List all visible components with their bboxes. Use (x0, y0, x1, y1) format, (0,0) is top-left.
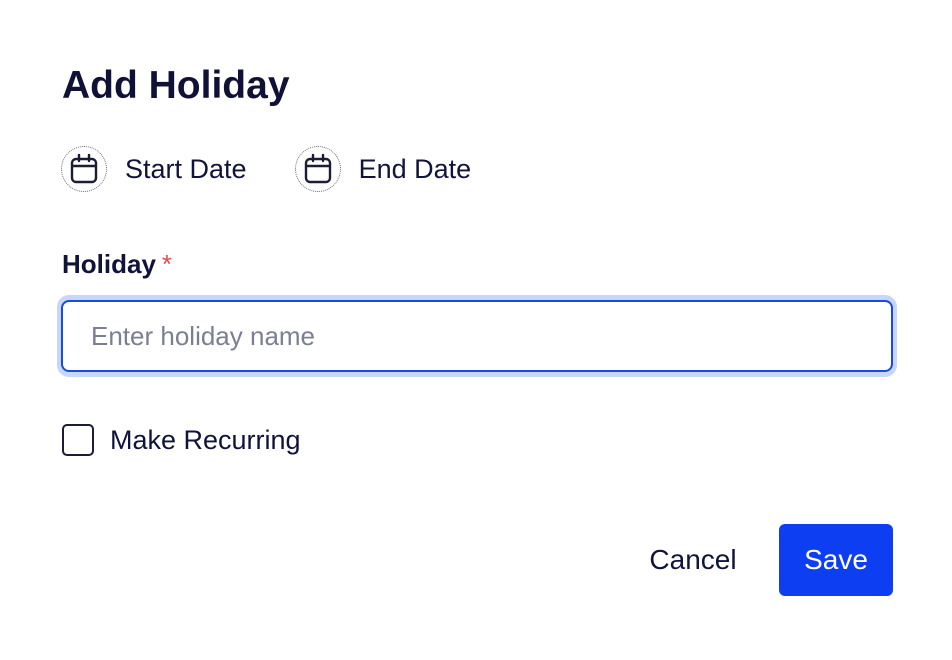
end-date-label: End Date (358, 154, 472, 184)
make-recurring-label: Make Recurring (110, 425, 301, 455)
holiday-field-label: Holiday * (62, 248, 172, 280)
add-holiday-dialog: Add Holiday Start Date End Date Holiday … (0, 0, 952, 660)
cancel-button[interactable]: Cancel (628, 524, 758, 596)
make-recurring-checkbox[interactable] (62, 424, 94, 456)
save-button[interactable]: Save (779, 524, 893, 596)
start-date-label: Start Date (125, 154, 247, 184)
date-range-row: Start Date End Date (61, 146, 471, 192)
dialog-title: Add Holiday (62, 64, 290, 107)
required-marker: * (161, 249, 173, 279)
calendar-icon (294, 146, 341, 192)
holiday-label-text: Holiday (62, 249, 156, 279)
holiday-name-input[interactable] (61, 300, 893, 372)
calendar-icon (61, 146, 107, 192)
start-date-picker[interactable]: Start Date (61, 146, 247, 192)
end-date-picker[interactable]: End Date (294, 146, 472, 192)
holiday-input-focus-ring (57, 295, 897, 377)
make-recurring-option[interactable]: Make Recurring (62, 424, 301, 456)
